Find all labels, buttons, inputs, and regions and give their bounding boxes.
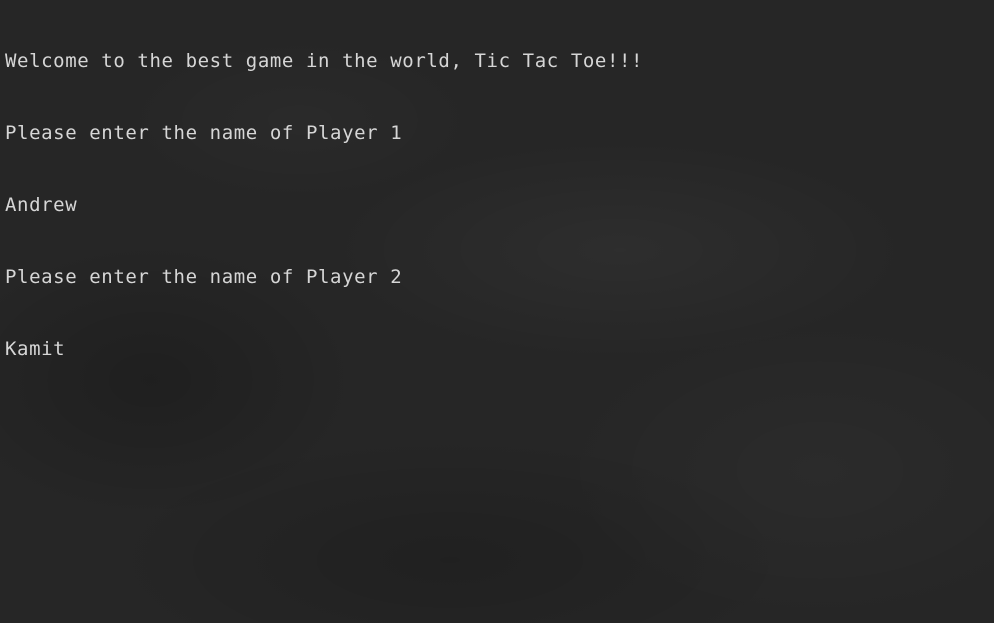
terminal-window[interactable]: Welcome to the best game in the world, T… <box>0 0 994 623</box>
player2-prompt: Please enter the name of Player 2 <box>5 266 403 288</box>
terminal-output: Welcome to the best game in the world, T… <box>5 1 994 409</box>
player1-prompt: Please enter the name of Player 1 <box>5 122 403 144</box>
player1-name-input: Andrew <box>5 194 78 216</box>
player2-name-input[interactable]: Kamit <box>5 337 994 361</box>
welcome-message: Welcome to the best game in the world, T… <box>5 50 644 72</box>
